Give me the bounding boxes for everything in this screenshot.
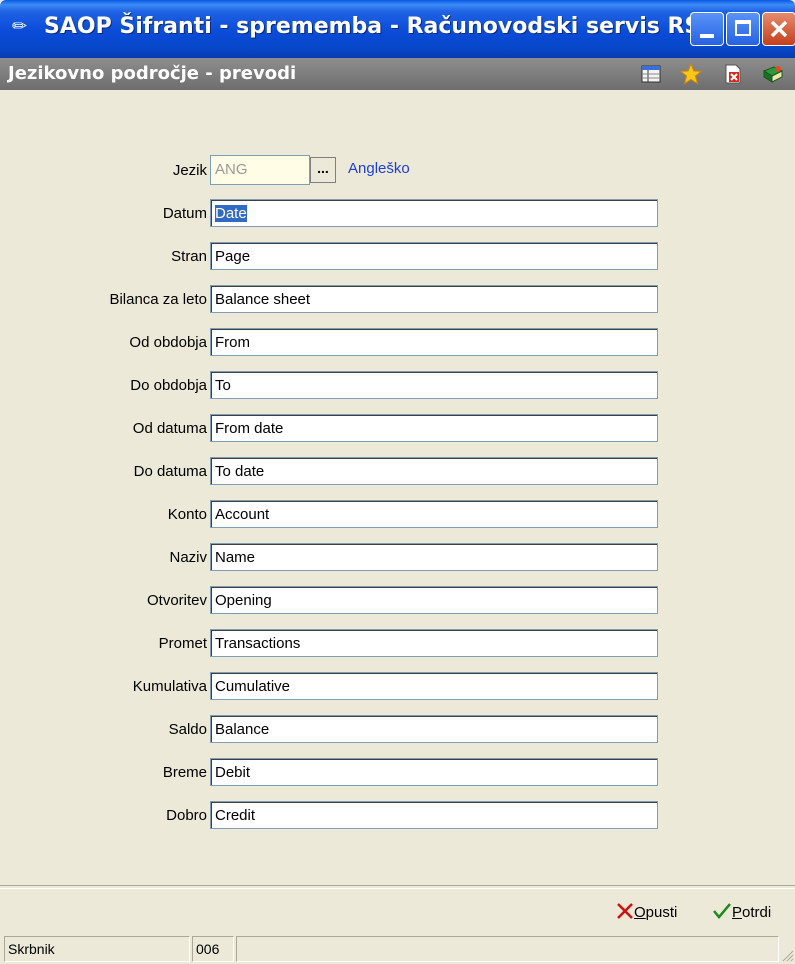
jezik-lookup-button[interactable]: ...	[310, 157, 336, 183]
datum-value: Date	[215, 205, 247, 222]
close-icon	[770, 20, 788, 38]
promet-label: Promet	[158, 635, 207, 652]
cancel-label: pusti	[645, 904, 678, 921]
od-obdobja-input[interactable]: From	[210, 328, 658, 356]
cancel-button[interactable]: Opusti	[616, 902, 677, 921]
breme-label: Breme	[162, 764, 207, 781]
stran-input[interactable]: Page	[210, 242, 658, 270]
status-code: 006	[192, 936, 234, 962]
star-favorite-icon[interactable]	[680, 63, 702, 85]
konto-input[interactable]: Account	[210, 500, 658, 528]
datum-input[interactable]: Date	[210, 199, 658, 227]
checkmark-icon	[713, 903, 731, 919]
delete-document-icon[interactable]	[722, 63, 744, 85]
confirm-button[interactable]: Potrdi	[712, 902, 771, 921]
title-bar: ✏ SAOP Šifranti - sprememba - Računovods…	[0, 0, 795, 58]
naziv-input[interactable]: Name	[210, 543, 658, 571]
form-title: Jezikovno področje - prevodi	[8, 63, 297, 84]
od-datuma-label: Od datuma	[132, 420, 207, 437]
minimize-icon	[700, 34, 714, 38]
maximize-icon	[735, 20, 751, 36]
stran-label: Stran	[171, 248, 207, 265]
confirm-mnemonic: P	[732, 904, 743, 921]
od-obdobja-label: Od obdobja	[129, 334, 207, 351]
datum-label: Datum	[162, 205, 207, 222]
do-datuma-input[interactable]: To date	[210, 457, 658, 485]
otvoritev-input[interactable]: Opening	[210, 586, 658, 614]
cancel-mnemonic: O	[634, 904, 646, 921]
bilanca-label: Bilanca za leto	[109, 291, 207, 308]
do-obdobja-input[interactable]: To	[210, 371, 658, 399]
exit-book-icon[interactable]	[762, 63, 784, 85]
app-pencil-icon: ✏	[12, 16, 28, 36]
naziv-label: Naziv	[169, 549, 207, 566]
columns-tool-icon[interactable]	[640, 63, 662, 85]
confirm-label: otrdi	[742, 904, 772, 921]
promet-input[interactable]: Transactions	[210, 629, 658, 657]
od-datuma-input[interactable]: From date	[210, 414, 658, 442]
dobro-label: Dobro	[166, 807, 207, 824]
breme-input[interactable]: Debit	[210, 758, 658, 786]
status-empty-panel	[236, 936, 779, 962]
minimize-button[interactable]	[690, 12, 724, 46]
saldo-input[interactable]: Balance	[210, 715, 658, 743]
window-title: SAOP Šifranti - sprememba - Računovodski…	[44, 14, 701, 39]
cancel-x-icon	[617, 903, 633, 919]
saldo-label: Saldo	[168, 721, 207, 738]
kumulativa-label: Kumulativa	[132, 678, 207, 695]
do-obdobja-label: Do obdobja	[130, 377, 207, 394]
status-user: Skrbnik	[4, 936, 190, 962]
maximize-button[interactable]	[726, 12, 760, 46]
jezik-name-text: Angleško	[348, 160, 410, 177]
konto-label: Konto	[167, 506, 207, 523]
jezik-label: Jezik	[172, 162, 207, 179]
footer-divider	[0, 885, 795, 889]
dobro-input[interactable]: Credit	[210, 801, 658, 829]
jezik-code-input[interactable]: ANG	[210, 155, 310, 185]
close-button[interactable]	[762, 12, 795, 46]
resize-grip-icon[interactable]	[780, 948, 794, 962]
subheader-bar: Jezikovno področje - prevodi	[0, 58, 795, 90]
do-datuma-label: Do datuma	[133, 463, 207, 480]
status-bar: Skrbnik 006	[0, 934, 795, 964]
otvoritev-label: Otvoritev	[146, 592, 207, 609]
app-window: ✏ SAOP Šifranti - sprememba - Računovods…	[0, 0, 795, 964]
kumulativa-input[interactable]: Cumulative	[210, 672, 658, 700]
bilanca-input[interactable]: Balance sheet	[210, 285, 658, 313]
